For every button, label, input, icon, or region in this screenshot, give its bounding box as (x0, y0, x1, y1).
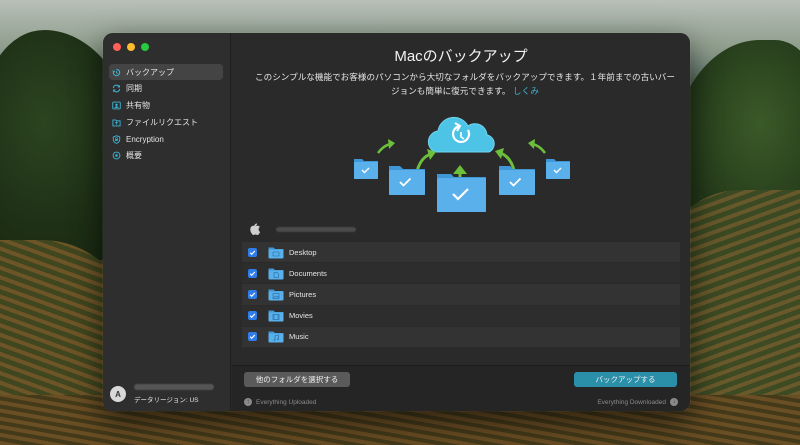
small-folder-left (354, 159, 378, 179)
backup-button[interactable]: バックアップする (574, 372, 677, 387)
account-info[interactable]: A データリージョン: US (110, 384, 214, 404)
sync-icon (112, 84, 121, 93)
sidebar-item-overview[interactable]: 概要 (109, 148, 223, 164)
checkmark-icon (249, 271, 256, 276)
folder-right (499, 166, 535, 195)
folder-row-music[interactable]: Music (242, 325, 680, 347)
apple-icon (250, 223, 260, 235)
folder-row-documents[interactable]: Documents (242, 262, 680, 284)
app-window: バックアップ 同期 共有物 ファイルリクエスト Encryption 概要 A … (103, 33, 690, 411)
cloud-sync-icon (427, 116, 495, 153)
description-text: このシンプルな機能でお客様のパソコンから大切なフォルダをバックアップできます。１… (255, 72, 675, 96)
upload-status-icon: ↑ (244, 398, 252, 406)
close-window-button[interactable] (113, 43, 121, 51)
bottom-bar: 他のフォルダを選択する バックアップする ↑ Everything Upload… (232, 365, 690, 411)
select-other-folder-button[interactable]: 他のフォルダを選択する (244, 372, 350, 387)
sidebar-item-backup[interactable]: バックアップ (109, 64, 223, 80)
checkmark-icon (249, 292, 256, 298)
description: このシンプルな機能でお客様のパソコンから大切なフォルダをバックアップできます。１… (254, 70, 676, 98)
folder-left (389, 166, 425, 195)
music-folder-icon (268, 331, 284, 343)
data-region-label: データリージョン: US (134, 397, 199, 404)
folder-name: Pictures (289, 289, 317, 299)
account-email-redacted (134, 384, 214, 390)
sidebar-nav: バックアップ 同期 共有物 ファイルリクエスト Encryption 概要 (109, 64, 223, 165)
folder-name: Movies (289, 311, 313, 321)
learn-more-link[interactable]: しくみ (513, 86, 539, 96)
movies-folder-icon (268, 310, 284, 322)
desktop-folder-icon (268, 247, 284, 259)
folder-illustrations (354, 159, 570, 212)
checkmark-icon (249, 250, 256, 255)
sidebar-item-file-request[interactable]: ファイルリクエスト (109, 114, 223, 130)
sidebar-item-label: バックアップ (126, 67, 174, 77)
folder-name: Music (289, 332, 309, 342)
sidebar-item-sync[interactable]: 同期 (109, 81, 223, 97)
window-controls (113, 43, 149, 51)
small-folder-right (546, 159, 570, 179)
sidebar: バックアップ 同期 共有物 ファイルリクエスト Encryption 概要 A … (103, 33, 231, 411)
download-status: Everything Downloaded ↓ (597, 398, 678, 406)
documents-folder-icon (268, 268, 284, 280)
download-status-label: Everything Downloaded (597, 398, 666, 406)
shared-icon (112, 101, 121, 110)
backup-icon (112, 68, 121, 77)
folder-center (437, 174, 486, 212)
desktop-checkbox[interactable] (248, 247, 257, 257)
checkmark-icon (249, 313, 256, 319)
checkmark-icon (249, 334, 256, 340)
movies-checkbox[interactable] (248, 311, 257, 321)
music-checkbox[interactable] (248, 332, 257, 342)
pictures-folder-icon (268, 289, 284, 301)
avatar[interactable]: A (110, 386, 126, 402)
upload-status: ↑ Everything Uploaded (244, 398, 316, 406)
backup-illustration (354, 116, 570, 212)
file-request-icon (112, 118, 121, 127)
sidebar-item-label: 共有物 (126, 101, 150, 111)
sidebar-item-encryption[interactable]: Encryption (109, 131, 223, 147)
sidebar-item-label: ファイルリクエスト (126, 117, 198, 127)
folder-name: Documents (289, 268, 327, 278)
sidebar-item-label: 同期 (126, 84, 142, 94)
main-panel: Macのバックアップ このシンプルな機能でお客様のパソコンから大切なフォルダをバ… (232, 33, 690, 411)
zoom-window-button[interactable] (141, 43, 149, 51)
download-status-icon: ↓ (670, 398, 678, 406)
pictures-checkbox[interactable] (248, 289, 257, 299)
overview-icon (112, 151, 121, 160)
encryption-icon (112, 134, 121, 144)
documents-checkbox[interactable] (248, 268, 257, 278)
sidebar-item-label: 概要 (126, 151, 142, 161)
folder-row-desktop[interactable]: Desktop (242, 241, 680, 263)
folder-name: Desktop (289, 247, 317, 257)
device-row (250, 223, 356, 235)
minimize-window-button[interactable] (127, 43, 135, 51)
folder-row-movies[interactable]: Movies (242, 304, 680, 326)
sidebar-item-label: Encryption (126, 134, 164, 144)
folder-list: Desktop Documents Pictures Movies Music (242, 241, 680, 347)
upload-status-label: Everything Uploaded (256, 398, 317, 406)
sidebar-item-shared[interactable]: 共有物 (109, 98, 223, 114)
page-title: Macのバックアップ (394, 48, 528, 65)
device-name-redacted (276, 226, 356, 232)
folder-row-pictures[interactable]: Pictures (242, 283, 680, 305)
